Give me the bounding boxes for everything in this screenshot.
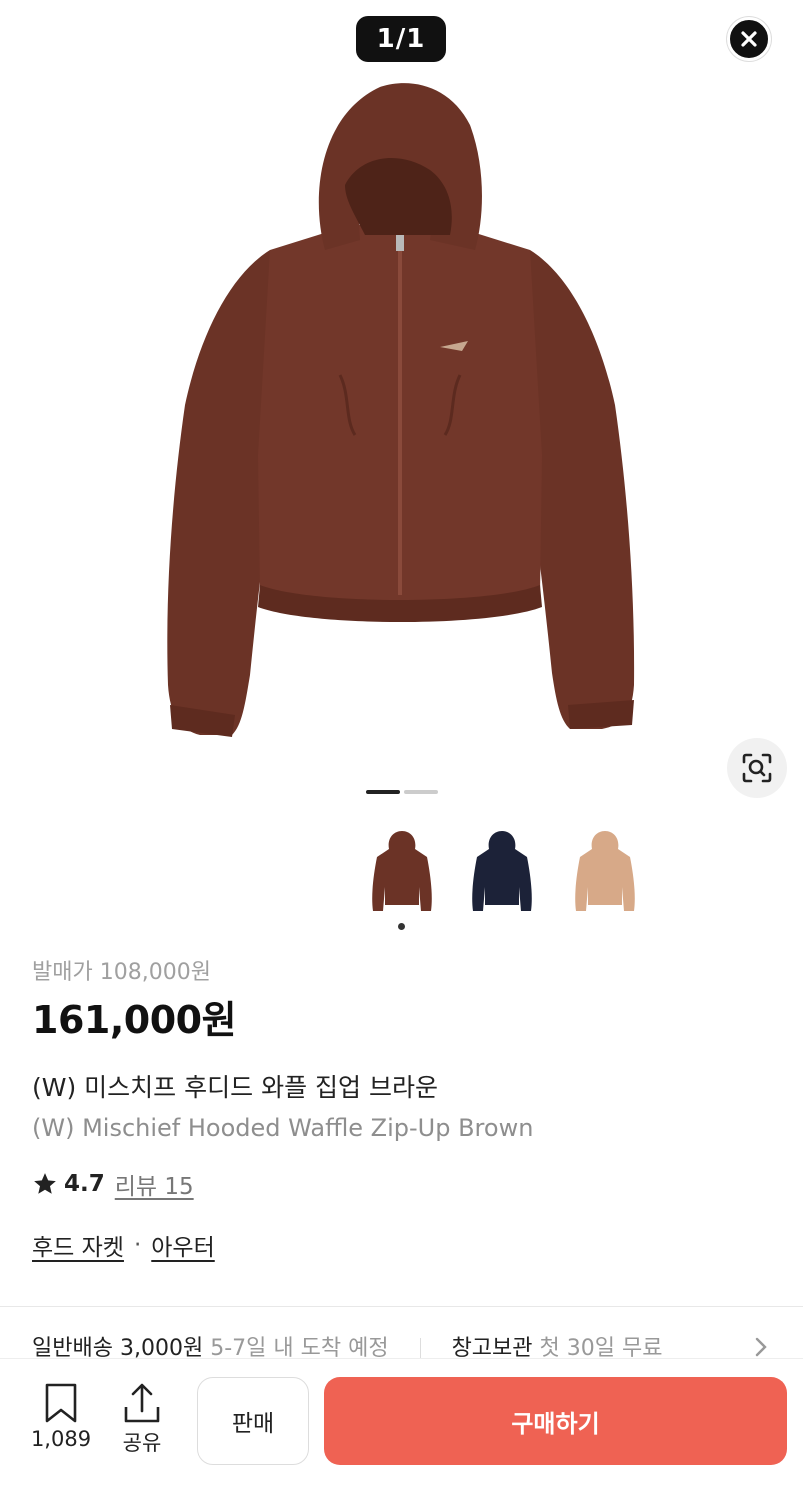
image-search-icon — [742, 753, 772, 783]
shipping-divider — [419, 1338, 421, 1360]
selected-swatch-indicator — [398, 923, 405, 930]
category-separator: · — [133, 1232, 142, 1258]
shipping-info[interactable]: 일반배송 3,000원 5-7일 내 도착 예정 창고보관 첫 30일 무료 — [32, 1330, 803, 1360]
gallery-pager — [366, 790, 438, 794]
category-hood-jacket[interactable]: 후드 자켓 — [32, 1228, 124, 1262]
product-gallery[interactable]: 1/1 — [0, 0, 803, 815]
share-button[interactable]: 공유 — [112, 1381, 172, 1457]
star-icon — [34, 1173, 56, 1194]
swatch-beige[interactable] — [565, 820, 645, 920]
swatch-brown[interactable] — [362, 820, 442, 920]
sell-button[interactable]: 판매 — [197, 1377, 309, 1465]
pager-active — [366, 790, 400, 794]
rating-value: 4.7 — [64, 1171, 105, 1197]
review-link[interactable]: 리뷰 15 — [115, 1167, 194, 1201]
swatch-beige-image — [575, 831, 635, 911]
buy-button[interactable]: 구매하기 — [324, 1377, 787, 1465]
product-info: 발매가 108,000원 161,000원 (W) 미스치프 후디드 와플 집업… — [32, 956, 772, 1264]
bookmark-icon — [45, 1383, 77, 1423]
original-price: 발매가 108,000원 — [32, 960, 211, 985]
chevron-right-icon[interactable] — [752, 1336, 770, 1358]
swatch-brown-image — [372, 831, 432, 911]
shipping-fee: 3,000원 — [119, 1336, 204, 1360]
share-label: 공유 — [122, 1431, 162, 1455]
product-name-ko: (W) 미스치프 후디드 와플 집업 브라운 — [32, 1073, 438, 1102]
category-outer[interactable]: 아우터 — [151, 1228, 214, 1262]
rating-row: 4.7 리뷰 15 — [32, 1166, 772, 1202]
bookmark-count: 1,089 — [30, 1427, 92, 1451]
category-breadcrumb: 후드 자켓 · 아우터 — [32, 1226, 772, 1264]
price: 161,000원 — [32, 998, 237, 1042]
image-counter: 1/1 — [356, 16, 446, 62]
image-search-button[interactable] — [727, 738, 787, 798]
bottom-action-bar: 1,089 공유 판매 구매하기 — [0, 1358, 803, 1500]
swatch-navy-image — [472, 831, 532, 911]
close-icon — [741, 31, 757, 47]
swatch-navy[interactable] — [462, 820, 542, 920]
pager-inactive — [404, 790, 438, 794]
share-icon — [124, 1383, 160, 1423]
shipping-label: 일반배송 — [32, 1336, 113, 1360]
section-divider — [0, 1306, 803, 1307]
close-button[interactable] — [727, 17, 771, 61]
storage-offer: 첫 30일 무료 — [539, 1336, 663, 1360]
product-name-en: (W) Mischief Hooded Waffle Zip-Up Brown — [32, 1114, 534, 1142]
product-image — [167, 83, 635, 737]
shipping-eta: 5-7일 내 도착 예정 — [210, 1336, 389, 1360]
bookmark-button[interactable]: 1,089 — [25, 1381, 97, 1451]
color-swatches — [0, 820, 803, 940]
storage-label: 창고보관 — [451, 1336, 533, 1360]
